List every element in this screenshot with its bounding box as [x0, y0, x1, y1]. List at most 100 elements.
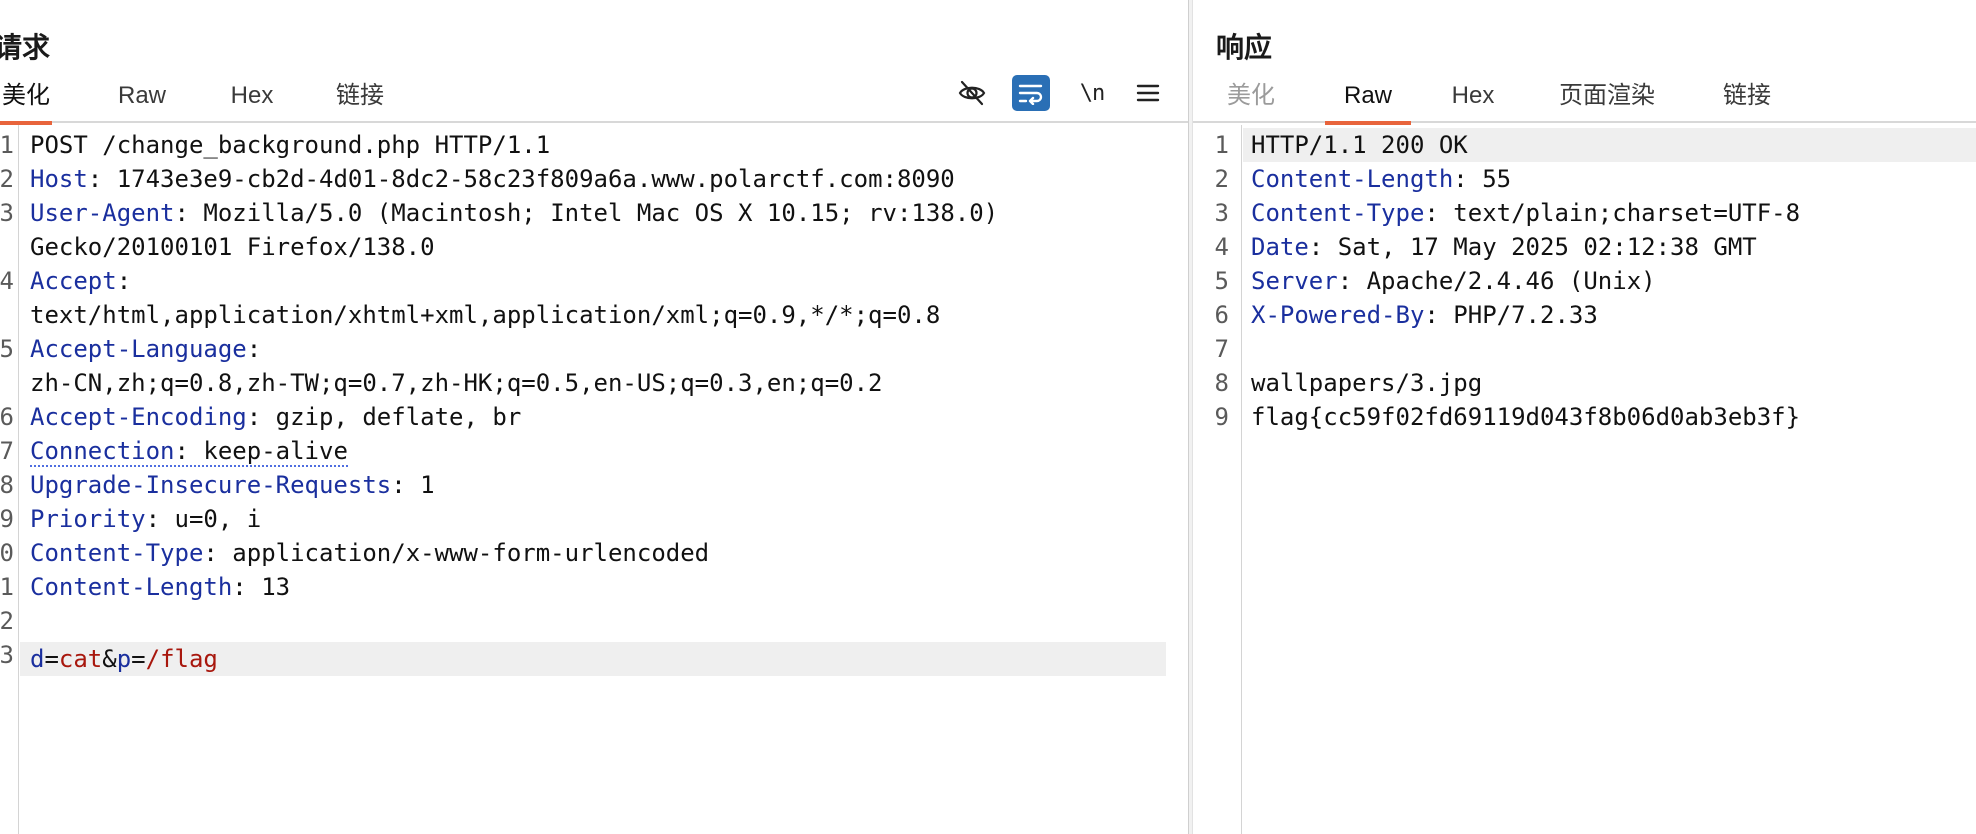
response-gutter: 1 2 3 4 5 6 7 8 9: [1193, 125, 1242, 834]
response-tab-render[interactable]: 页面渲染: [1553, 78, 1661, 123]
eye-slash-icon[interactable]: [955, 76, 989, 110]
line-number: 3: [1214, 199, 1229, 227]
line-number: 5: [0, 335, 14, 363]
line-number: 5: [1214, 267, 1229, 295]
response-title: 响应: [1216, 31, 1273, 64]
param-amp: &: [102, 645, 117, 673]
header-sep: :: [246, 335, 262, 363]
response-tab-pretty[interactable]: 美化: [1225, 78, 1277, 123]
header-value: application/x-www-form-urlencoded: [232, 539, 710, 567]
line-number: 7: [0, 437, 14, 465]
request-header-line: Connection: keep-alive: [30, 434, 348, 468]
header-value: Mozilla/5.0 (Macintosh; Intel Mac OS X 1…: [203, 199, 999, 227]
response-editor[interactable]: 1 2 3 4 5 6 7 8 9 HTTP/1.1 200 OK Conten…: [1193, 125, 1976, 834]
header-sep: :: [232, 573, 262, 601]
request-header-line: Upgrade-Insecure-Requests: 1: [30, 468, 435, 502]
request-header-line: User-Agent: Mozilla/5.0 (Macintosh; Inte…: [30, 196, 998, 230]
response-header-line: Content-Length: 55: [1251, 162, 1511, 196]
line-number: 8: [0, 471, 14, 499]
request-body-line: d=cat&p=/flag: [30, 642, 218, 676]
param-eq: =: [44, 645, 59, 673]
header-value: keep-alive: [203, 437, 348, 465]
line-number: 9: [1214, 403, 1229, 431]
param-value: cat: [58, 645, 103, 673]
wrapped-line: text/html,application/xhtml+xml,applicat…: [30, 301, 941, 329]
response-body-line: wallpapers/3.jpg: [1251, 369, 1483, 397]
response-header-line: Date: Sat, 17 May 2025 02:12:38 GMT: [1251, 230, 1757, 264]
line-number: 6: [0, 403, 14, 431]
header-key: Accept: [30, 267, 117, 295]
request-tabbar: 美化 Raw Hex 链接: [0, 78, 1188, 125]
header-value: 55: [1482, 165, 1512, 193]
line-number: 1: [0, 573, 14, 601]
header-value: 13: [261, 573, 291, 601]
header-value: 1743e3e9-cb2d-4d01-8dc2-58c23f809a6a.www…: [116, 165, 955, 193]
header-sep: :: [1337, 267, 1367, 295]
wrapped-line: Gecko/20100101 Firefox/138.0: [30, 233, 435, 261]
header-sep: :: [116, 267, 132, 295]
param-value: /flag: [145, 645, 218, 673]
header-value: PHP/7.2.33: [1453, 301, 1598, 329]
request-tab-raw[interactable]: Raw: [112, 78, 172, 123]
line-number: 2: [0, 607, 14, 635]
header-key: Host: [30, 165, 88, 193]
line-number: 1: [0, 131, 14, 159]
header-key: Accept-Language: [30, 335, 247, 363]
header-value: u=0, i: [174, 505, 262, 533]
request-tab-hex[interactable]: Hex: [226, 78, 278, 123]
newline-toggle-button[interactable]: \n: [1072, 76, 1112, 110]
header-sep: :: [87, 165, 117, 193]
response-tab-raw[interactable]: Raw: [1325, 78, 1411, 125]
param-eq: =: [131, 645, 146, 673]
header-value: Sat, 17 May 2025 02:12:38 GMT: [1337, 233, 1757, 261]
header-key: Accept-Encoding: [30, 403, 247, 431]
header-key: Content-Length: [30, 573, 233, 601]
header-sep: :: [1308, 233, 1338, 261]
header-key: Connection: [30, 437, 175, 465]
header-key: Content-Type: [30, 539, 204, 567]
line-number: 7: [1214, 335, 1229, 363]
request-header-line: Priority: u=0, i: [30, 502, 261, 536]
line-number: 3: [0, 199, 14, 227]
line-number: 3: [0, 641, 14, 669]
header-key: X-Powered-By: [1251, 301, 1425, 329]
response-pane: 响应 美化 Raw Hex 页面渲染 链接 1 2 3 4 5 6 7 8 9 …: [1193, 0, 1976, 834]
request-header-line: Content-Type: application/x-www-form-url…: [30, 536, 709, 570]
request-line: POST /change_background.php HTTP/1.1: [30, 131, 551, 159]
request-gutter: 1 2 3 4 5 6 7 8 9 0 1 2 3: [0, 125, 19, 834]
line-number: 8: [1214, 369, 1229, 397]
line-number: 4: [1214, 233, 1229, 261]
response-header-line: Server: Apache/2.4.46 (Unix): [1251, 264, 1656, 298]
response-header-line: Content-Type: text/plain;charset=UTF-8: [1251, 196, 1800, 230]
request-tab-links[interactable]: 链接: [332, 78, 388, 123]
line-number: 9: [0, 505, 14, 533]
request-title: 请求: [0, 31, 51, 64]
request-header-line: Accept-Encoding: gzip, deflate, br: [30, 400, 521, 434]
response-tab-hex[interactable]: Hex: [1447, 78, 1499, 123]
line-number: 0: [0, 539, 14, 567]
header-key: Content-Length: [1251, 165, 1454, 193]
wrap-lines-icon[interactable]: [1012, 75, 1050, 111]
header-key: Server: [1251, 267, 1338, 295]
request-header-line: Host: 1743e3e9-cb2d-4d01-8dc2-58c23f809a…: [30, 162, 955, 196]
header-sep: :: [203, 539, 233, 567]
header-sep: :: [1453, 165, 1483, 193]
line-number: 2: [1214, 165, 1229, 193]
header-value: Apache/2.4.46 (Unix): [1366, 267, 1656, 295]
response-tabbar: 美化 Raw Hex 页面渲染 链接: [1193, 78, 1976, 125]
request-tab-pretty[interactable]: 美化: [0, 78, 52, 125]
header-key: Date: [1251, 233, 1309, 261]
header-sep: :: [391, 471, 421, 499]
request-editor[interactable]: 1 2 3 4 5 6 7 8 9 0 1 2 3 POST /change_b…: [0, 125, 1188, 834]
request-header-line: Content-Length: 13: [30, 570, 290, 604]
header-value: gzip, deflate, br: [275, 403, 522, 431]
hamburger-menu-icon[interactable]: [1131, 76, 1165, 110]
response-tab-links[interactable]: 链接: [1719, 78, 1775, 123]
header-sep: :: [246, 403, 276, 431]
header-sep: :: [145, 505, 175, 533]
line-number: 4: [0, 267, 14, 295]
header-key: Priority: [30, 505, 146, 533]
response-header-line: X-Powered-By: PHP/7.2.33: [1251, 298, 1598, 332]
header-key: Upgrade-Insecure-Requests: [30, 471, 392, 499]
line-number: 1: [1214, 131, 1229, 159]
